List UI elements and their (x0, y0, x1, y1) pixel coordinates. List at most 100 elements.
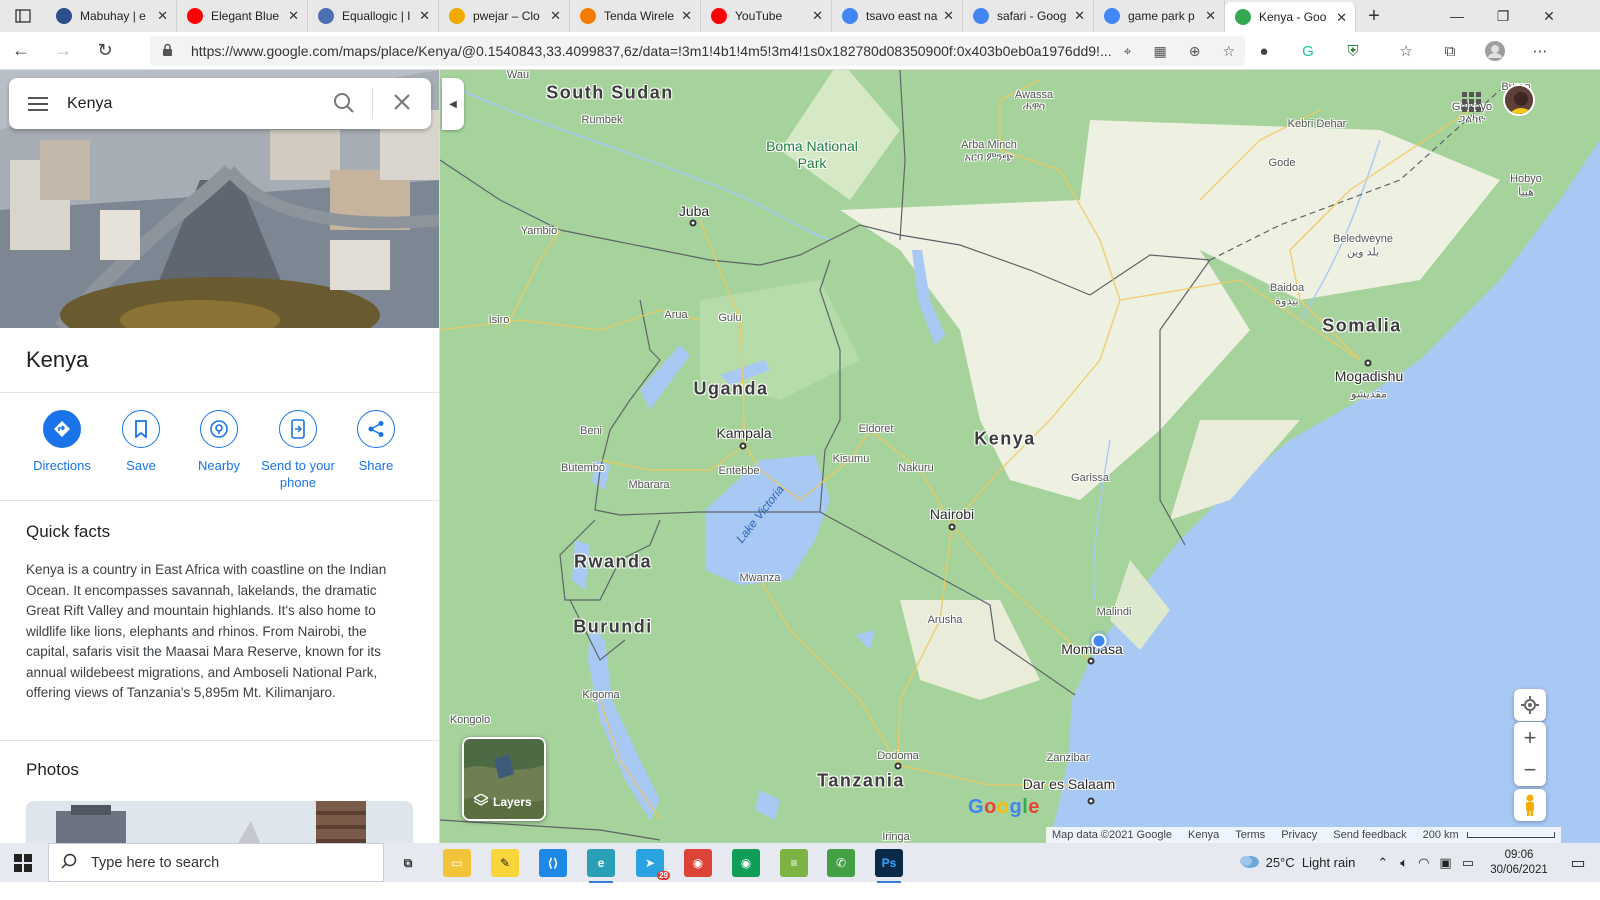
browser-tab[interactable]: Elegant Blue ✕ (177, 0, 308, 32)
city-label-mogadishu[interactable]: Mogadishu (1335, 368, 1404, 384)
city-dot-mogadishu[interactable] (1364, 359, 1372, 367)
country-label-south-sudan[interactable]: South Sudan (546, 83, 674, 104)
hamburger-menu-icon[interactable] (9, 96, 67, 111)
volume-icon[interactable]: 🔈︎ (1400, 855, 1408, 871)
terms-link[interactable]: Terms (1235, 829, 1265, 841)
privacy-link[interactable]: Privacy (1281, 829, 1317, 841)
layers-app-icon[interactable]: ≡ (780, 849, 808, 877)
town-label-eldoret[interactable]: Eldoret (859, 423, 894, 435)
address-bar[interactable]: https://www.google.com/maps/place/Kenya/… (150, 36, 1245, 66)
back-icon[interactable]: ← (0, 32, 42, 70)
country-label-rwanda[interactable]: Rwanda (574, 552, 652, 573)
collapse-panel-button[interactable]: ◀ (442, 78, 464, 130)
new-tab-button[interactable]: + (1356, 0, 1392, 32)
town-label-zanzibar[interactable]: Zanzibar (1047, 752, 1090, 764)
vscode-icon[interactable]: ⟨⟩ (539, 849, 567, 877)
close-tab-icon[interactable]: ✕ (1074, 8, 1085, 24)
favorites-icon[interactable]: ☆ (1393, 38, 1419, 64)
forward-icon[interactable]: → (42, 32, 84, 70)
weather-icon[interactable] (1238, 853, 1260, 872)
profile-icon[interactable] (1482, 38, 1508, 64)
search-box[interactable]: Kenya (9, 78, 431, 129)
file-explorer-icon[interactable]: ▭ (443, 849, 471, 877)
browser-tab[interactable]: Tenda Wirele ✕ (570, 0, 701, 32)
minimize-icon[interactable]: — (1434, 0, 1480, 32)
browser-tab[interactable]: game park p ✕ (1094, 0, 1225, 32)
town-label-mwanza[interactable]: Mwanza (740, 572, 781, 584)
bookmark-button[interactable]: Save (96, 410, 186, 474)
grammarly-icon[interactable]: G (1295, 38, 1321, 64)
town-label-kongolo[interactable]: Kongolo (450, 714, 490, 726)
browser-tab[interactable]: tsavo east na ✕ (832, 0, 963, 32)
weather-text[interactable]: 25°C Light rain (1266, 855, 1356, 870)
lock-icon[interactable] (162, 43, 173, 60)
send-feedback-link[interactable]: Send feedback (1333, 829, 1406, 841)
account-avatar[interactable] (1503, 84, 1535, 116)
close-tab-icon[interactable]: ✕ (1205, 8, 1216, 24)
town-label-arusha[interactable]: Arusha (928, 614, 963, 626)
close-tab-icon[interactable]: ✕ (1336, 10, 1347, 26)
tab-actions-menu-icon[interactable] (0, 0, 46, 32)
google-apps-icon[interactable] (1462, 92, 1482, 112)
share-icon[interactable] (357, 410, 395, 448)
close-tab-icon[interactable]: ✕ (288, 8, 299, 24)
sticky-notes-icon[interactable]: ✎ (491, 849, 519, 877)
send-to-phone-icon[interactable] (279, 410, 317, 448)
country-label-tanzania[interactable]: Tanzania (817, 771, 905, 792)
browser-tab[interactable]: Kenya - Goo ✕ (1225, 2, 1356, 32)
town-label-arua[interactable]: Arua (664, 309, 687, 321)
add-favorite-icon[interactable]: ☆ (1222, 43, 1235, 60)
country-label-kenya[interactable]: Kenya (974, 429, 1036, 450)
task-view-icon[interactable]: ⧉ (394, 849, 422, 877)
close-tab-icon[interactable]: ✕ (681, 8, 692, 24)
city-label-juba[interactable]: Juba (679, 203, 709, 219)
zoom-in-button[interactable]: + (1514, 722, 1546, 754)
town-label-beni[interactable]: Beni (580, 425, 602, 437)
town-label-yambio[interactable]: Yambio (521, 225, 557, 237)
phone-link-icon[interactable]: ✆ (827, 849, 855, 877)
street-view-pegman-icon[interactable] (1514, 789, 1546, 821)
read-view-icon[interactable]: ▦ (1153, 43, 1166, 60)
city-dot-nairobi[interactable] (948, 523, 956, 531)
show-hidden-icons-icon[interactable]: ⌃ (1377, 855, 1388, 871)
park-label-boma[interactable]: Boma National Park (752, 138, 872, 172)
browser-tab[interactable]: pwejar – Clo ✕ (439, 0, 570, 32)
town-label-iringa[interactable]: Iringa (882, 831, 910, 843)
browser-tab[interactable]: Mabuhay | e ✕ (46, 0, 177, 32)
current-location-marker[interactable] (1091, 633, 1107, 649)
settings-more-icon[interactable]: ⋯ (1527, 38, 1553, 64)
battery-icon[interactable]: ▭ (1462, 855, 1474, 871)
city-dot-juba[interactable] (689, 219, 697, 227)
town-label-nakuru[interactable]: Nakuru (898, 462, 933, 474)
my-location-button[interactable] (1514, 689, 1546, 721)
city-dot-kampala[interactable] (739, 442, 747, 450)
nearby-icon[interactable] (200, 410, 238, 448)
directions-button[interactable]: Directions (17, 410, 107, 474)
close-window-icon[interactable]: ✕ (1526, 0, 1572, 32)
send-to-phone-button[interactable]: Send to your phone (253, 410, 343, 491)
town-label-arba-minch[interactable]: Arba Minch (961, 139, 1017, 151)
city-dot-mombasa[interactable] (1087, 657, 1095, 665)
town-label-kigoma[interactable]: Kigoma (582, 689, 619, 701)
collections-icon[interactable]: ⧉ (1437, 38, 1463, 64)
refresh-icon[interactable]: ↻ (84, 32, 126, 70)
close-tab-icon[interactable]: ✕ (812, 8, 823, 24)
clear-search-icon[interactable] (393, 93, 411, 116)
shield-extension-icon[interactable]: ⛨ (1340, 38, 1366, 64)
nearby-button[interactable]: Nearby (174, 410, 264, 474)
town-label-mbarara[interactable]: Mbarara (629, 479, 670, 491)
city-label-kampala[interactable]: Kampala (716, 425, 771, 441)
photoshop-icon[interactable]: Ps (875, 849, 903, 883)
edge-browser-icon[interactable]: e (587, 849, 615, 883)
windows-start-icon[interactable] (0, 843, 46, 882)
country-label-uganda[interactable]: Uganda (693, 379, 768, 400)
city-label-nairobi[interactable]: Nairobi (930, 506, 974, 522)
browser-tab[interactable]: safari - Goog ✕ (963, 0, 1094, 32)
chrome-profile-icon[interactable]: ◉ (684, 849, 712, 877)
search-icon[interactable] (333, 92, 355, 119)
restore-icon[interactable]: ❐ (1480, 0, 1526, 32)
scale-bar[interactable] (1466, 832, 1555, 838)
town-label-garissa[interactable]: Garissa (1071, 472, 1109, 484)
layers-button[interactable]: Layers (462, 737, 546, 821)
share-button[interactable]: Share (331, 410, 421, 474)
